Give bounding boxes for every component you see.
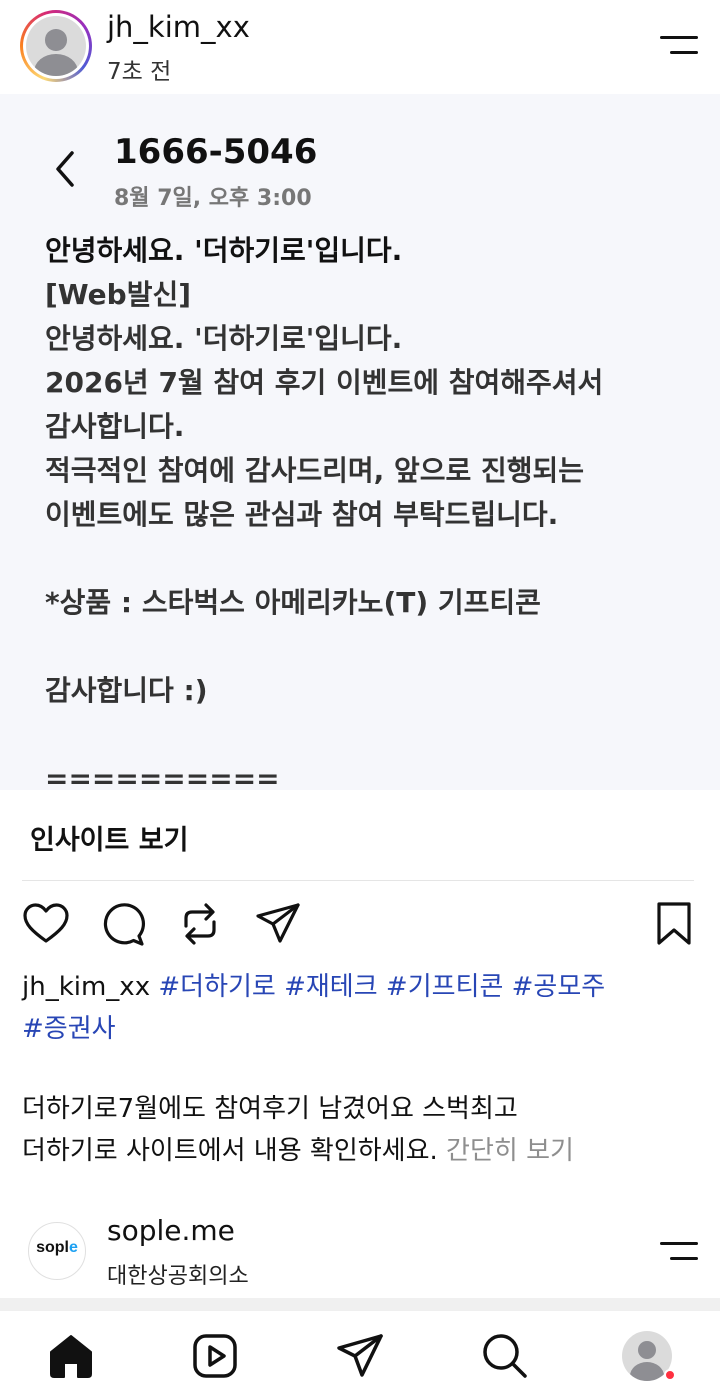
post-caption: jh_kim_xx #더하기로 #재테크 #기프티콘 #공모주 #증권사 xyxy=(22,966,702,1050)
insights-link[interactable]: 인사이트 보기 xyxy=(30,818,188,857)
share-icon[interactable] xyxy=(254,900,302,948)
post-actions xyxy=(0,882,720,962)
caption-body: 더하기로7월에도 참여후기 남겼어요 스벅최고 더하기로 사이트에서 내용 확인… xyxy=(22,1088,702,1172)
insights-bar[interactable]: 인사이트 보기 xyxy=(0,790,720,880)
sms-line xyxy=(45,713,685,757)
sms-line: 2026년 7월 참여 후기 이벤트에 참여해주셔서 xyxy=(45,366,604,399)
divider xyxy=(22,880,694,881)
direct-message-icon[interactable] xyxy=(335,1331,385,1381)
post-username[interactable]: jh_kim_xx xyxy=(107,10,250,44)
user-avatar[interactable] xyxy=(20,10,92,82)
bookmark-icon[interactable] xyxy=(650,900,698,948)
sople-logo: sople xyxy=(36,1239,78,1256)
repost-icon[interactable] xyxy=(176,900,224,948)
next-post-username[interactable]: sople.me xyxy=(107,1214,235,1247)
sms-line: 이벤트에도 많은 관심과 참여 부탁드립니다. xyxy=(45,498,559,531)
sms-line: *상품 : 스타벅스 아메리카노(T) 기프티콘 xyxy=(45,586,541,619)
post-timestamp: 7초 전 xyxy=(107,59,172,85)
caption-username[interactable]: jh_kim_xx xyxy=(22,972,150,1002)
sms-sender: 1666-5046 xyxy=(114,132,318,172)
more-options-icon[interactable] xyxy=(658,34,698,58)
sms-line xyxy=(45,625,685,669)
show-less-link[interactable]: 간단히 보기 xyxy=(446,1136,574,1166)
caption-line: 더하기로7월에도 참여후기 남겼어요 스벅최고 xyxy=(22,1094,518,1124)
sms-message-body: 안녕하세요. '더하기로'입니다. [Web발신] 안녕하세요. '더하기로'입… xyxy=(45,229,685,790)
next-post-subtitle: 대한상공회의소 xyxy=(107,1264,249,1289)
heart-icon[interactable] xyxy=(22,900,70,948)
search-icon[interactable] xyxy=(480,1331,530,1381)
sms-line: 감사합니다. xyxy=(45,410,185,443)
next-post-header: sople sople.me 대한상공회의소 xyxy=(0,1200,720,1300)
hashtag[interactable]: #공모주 xyxy=(512,972,606,1002)
post-image-sms-screenshot: 1666-5046 8월 7일, 오후 3:00 안녕하세요. '더하기로'입니… xyxy=(0,94,720,790)
sople-avatar[interactable]: sople xyxy=(28,1222,86,1280)
sms-line: 감사합니다 :) xyxy=(45,674,208,707)
hashtag[interactable]: #재테크 xyxy=(284,972,378,1002)
sms-line: ========== xyxy=(45,762,280,790)
caption-line: 더하기로 사이트에서 내용 확인하세요. xyxy=(22,1136,438,1166)
bottom-navigation xyxy=(0,1310,720,1400)
sms-sent-time: 8월 7일, 오후 3:00 xyxy=(114,186,312,211)
notification-dot xyxy=(664,1369,676,1381)
hashtag[interactable]: #더하기로 xyxy=(158,972,275,1002)
sms-line: 안녕하세요. '더하기로'입니다. xyxy=(45,234,403,267)
home-icon[interactable] xyxy=(46,1331,96,1381)
reels-icon[interactable] xyxy=(190,1331,240,1381)
hashtag[interactable]: #기프티콘 xyxy=(386,972,503,1002)
sms-line: 안녕하세요. '더하기로'입니다. xyxy=(45,322,403,355)
hashtag[interactable]: #증권사 xyxy=(22,1014,116,1044)
post-header: jh_kim_xx 7초 전 xyxy=(0,0,720,94)
back-arrow-icon xyxy=(56,151,74,187)
sms-line: [Web발신] xyxy=(45,278,192,311)
sms-line: 적극적인 참여에 감사드리며, 앞으로 진행되는 xyxy=(45,454,585,487)
sms-line xyxy=(45,537,685,581)
more-options-icon[interactable] xyxy=(658,1240,698,1264)
comment-icon[interactable] xyxy=(98,900,146,948)
